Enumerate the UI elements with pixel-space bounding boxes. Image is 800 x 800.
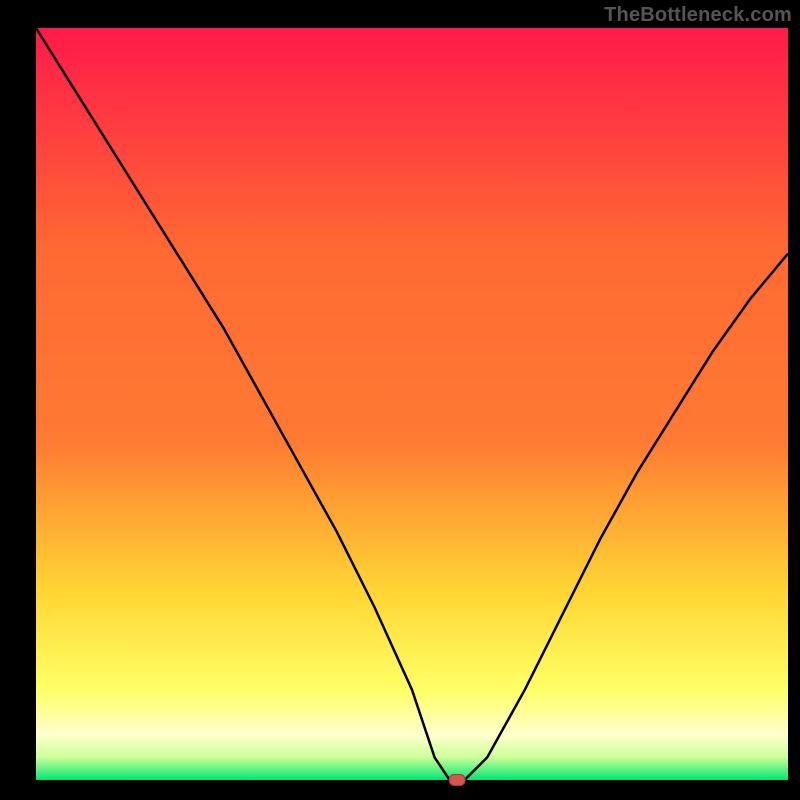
optimal-marker	[449, 775, 465, 786]
chart-frame: TheBottleneck.com	[0, 0, 800, 800]
bottleneck-chart	[0, 0, 800, 800]
plot-background	[36, 28, 788, 780]
watermark-text: TheBottleneck.com	[604, 4, 792, 27]
